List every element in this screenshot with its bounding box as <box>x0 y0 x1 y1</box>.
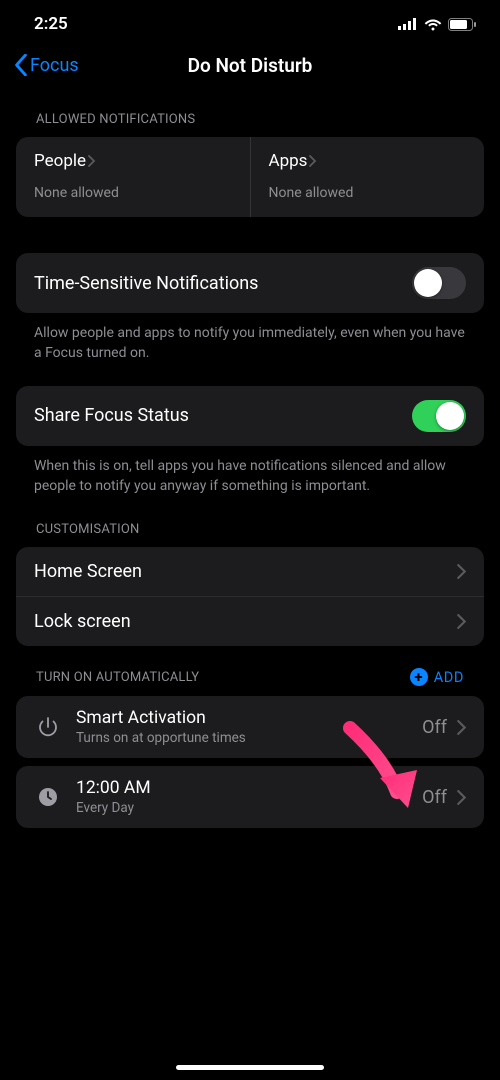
schedule-row[interactable]: 12:00 AM Every Day Off <box>16 766 484 828</box>
people-sub: None allowed <box>34 185 232 201</box>
share-status-row[interactable]: Share Focus Status <box>16 386 484 446</box>
share-status-footnote: When this is on, tell apps you have noti… <box>16 446 484 501</box>
section-header-allowed: ALLOWED NOTIFICATIONS <box>16 90 484 137</box>
smart-activation-sub: Turns on at opportune times <box>76 730 246 746</box>
time-sensitive-card: Time-Sensitive Notifications <box>16 253 484 313</box>
plus-icon: + <box>410 668 428 686</box>
home-screen-label: Home Screen <box>34 561 142 582</box>
schedule-sub: Every Day <box>76 800 151 816</box>
chevron-right-icon <box>457 790 466 805</box>
smart-activation-row[interactable]: Smart Activation Turns on at opportune t… <box>16 696 484 758</box>
auto-header-label: TURN ON AUTOMATICALLY <box>36 670 199 685</box>
time-sensitive-switch[interactable] <box>412 267 466 299</box>
customisation-card: Home Screen Lock screen <box>16 547 484 646</box>
chevron-right-icon <box>309 155 317 167</box>
people-title: People <box>34 151 86 171</box>
apps-sub: None allowed <box>269 185 467 201</box>
status-bar: 2:25 <box>0 0 500 44</box>
back-label: Focus <box>30 55 79 76</box>
power-icon <box>34 715 62 739</box>
chevron-right-icon <box>88 155 96 167</box>
share-status-switch[interactable] <box>412 400 466 432</box>
time-sensitive-footnote: Allow people and apps to notify you imme… <box>16 313 484 368</box>
nav-bar: Focus Do Not Disturb <box>0 44 500 90</box>
status-indicators <box>398 18 476 31</box>
chevron-left-icon <box>14 54 28 76</box>
section-header-auto: TURN ON AUTOMATICALLY + ADD <box>16 646 484 696</box>
apps-title: Apps <box>269 151 308 171</box>
chevron-right-icon <box>457 614 466 629</box>
apps-cell[interactable]: Apps None allowed <box>251 137 485 217</box>
share-status-label: Share Focus Status <box>34 405 189 426</box>
battery-icon <box>448 18 476 31</box>
allowed-card: People None allowed Apps None allowed <box>16 137 484 217</box>
time-sensitive-label: Time-Sensitive Notifications <box>34 273 258 294</box>
section-header-customisation: CUSTOMISATION <box>16 500 484 547</box>
wifi-icon <box>424 18 442 31</box>
smart-activation-title: Smart Activation <box>76 708 246 728</box>
chevron-right-icon <box>457 720 466 735</box>
back-button[interactable]: Focus <box>14 54 79 76</box>
chevron-right-icon <box>457 564 466 579</box>
smart-activation-value: Off <box>422 717 447 738</box>
time-sensitive-row[interactable]: Time-Sensitive Notifications <box>16 253 484 313</box>
schedule-value: Off <box>422 787 447 808</box>
clock-icon <box>34 785 62 809</box>
add-label: ADD <box>434 669 464 686</box>
schedule-card: 12:00 AM Every Day Off <box>16 766 484 828</box>
share-status-card: Share Focus Status <box>16 386 484 446</box>
add-button[interactable]: + ADD <box>410 668 464 686</box>
home-indicator[interactable] <box>176 1065 324 1070</box>
home-screen-row[interactable]: Home Screen <box>16 547 484 596</box>
people-cell[interactable]: People None allowed <box>16 137 251 217</box>
lock-screen-label: Lock screen <box>34 611 131 632</box>
smart-activation-card: Smart Activation Turns on at opportune t… <box>16 696 484 758</box>
status-time: 2:25 <box>34 14 68 34</box>
lock-screen-row[interactable]: Lock screen <box>16 596 484 646</box>
schedule-title: 12:00 AM <box>76 778 151 798</box>
cellular-icon <box>398 18 418 30</box>
